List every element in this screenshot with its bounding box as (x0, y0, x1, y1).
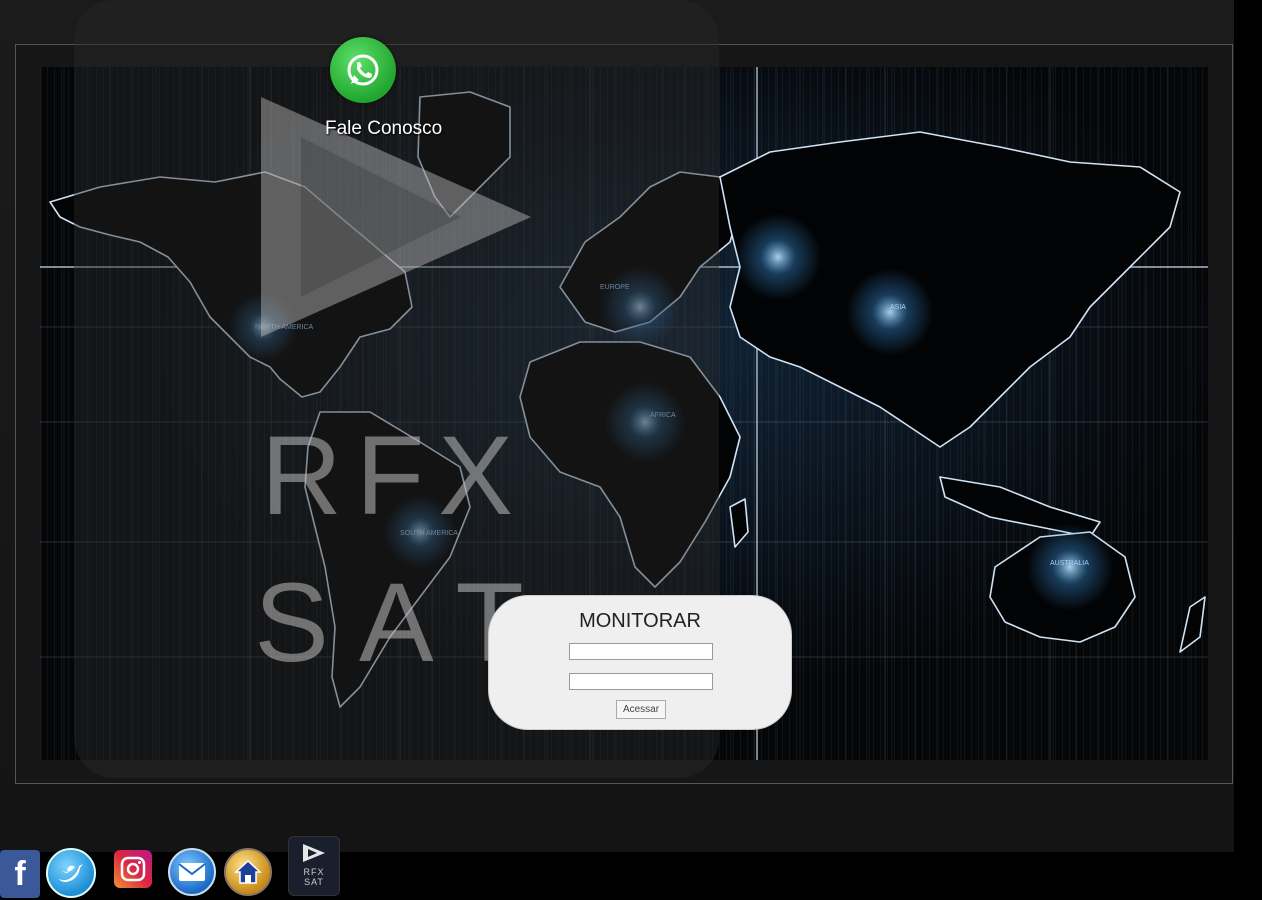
instagram-icon (120, 856, 146, 882)
rfx-small-line1: RFX (303, 867, 325, 877)
email-icon (178, 863, 206, 881)
facebook-icon: f (14, 854, 26, 893)
password-input[interactable] (569, 673, 713, 690)
login-panel: MONITORAR Acessar (488, 595, 792, 730)
label-asia: ASIA (890, 304, 906, 311)
login-title: MONITORAR (579, 610, 701, 632)
home-icon (234, 859, 262, 884)
submit-button[interactable]: Acessar (616, 700, 666, 719)
email-button[interactable] (168, 848, 216, 896)
watermark-text-rfx: RFX (261, 413, 527, 538)
twitter-button[interactable] (46, 848, 96, 898)
twitter-icon (59, 864, 83, 882)
label-australia: AUSTRALIA (1050, 560, 1089, 567)
whatsapp-button[interactable] (330, 37, 396, 103)
rfx-sat-small-logo[interactable]: RFX SAT (288, 836, 340, 896)
instagram-button[interactable] (114, 850, 152, 888)
rfx-small-text: RFX SAT (289, 867, 339, 887)
fale-conosco-link[interactable]: Fale Conosco (325, 118, 442, 140)
facebook-button[interactable]: f (0, 850, 40, 898)
rfx-play-icon (303, 844, 325, 862)
username-input[interactable] (569, 643, 713, 660)
home-button[interactable] (224, 848, 272, 896)
rfx-sat-watermark-logo: RFX SAT (229, 97, 559, 679)
rfx-small-line2: SAT (304, 877, 324, 887)
whatsapp-icon (330, 37, 396, 103)
